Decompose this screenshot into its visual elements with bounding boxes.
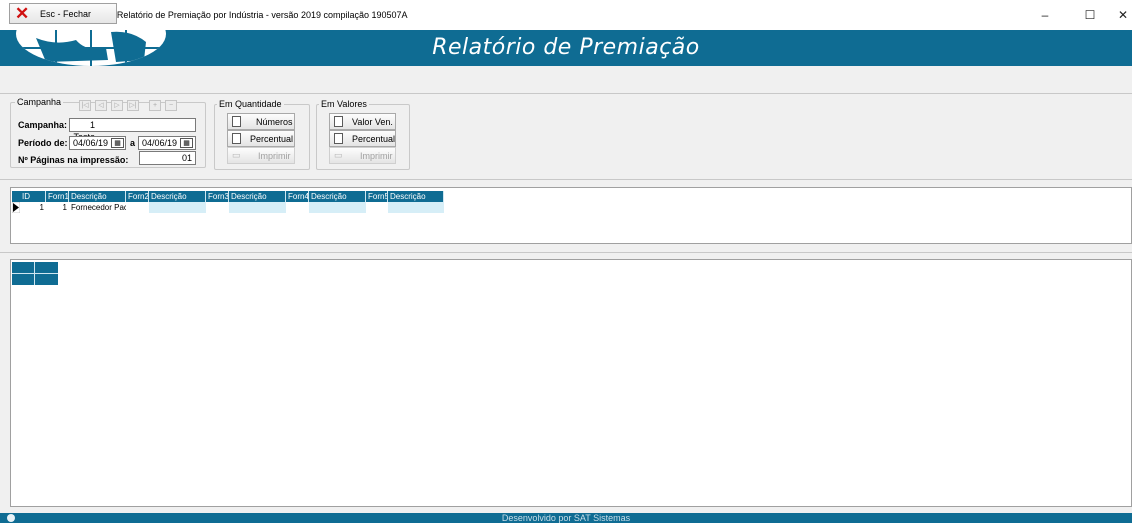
page-title: Relatório de Premiação xyxy=(432,35,700,60)
grid-header-forn3[interactable]: Forn3 xyxy=(206,191,229,202)
table-cell-descricao5[interactable] xyxy=(388,202,444,213)
date-separator: a xyxy=(130,138,136,148)
divider xyxy=(0,252,1132,253)
table-cell-forn3[interactable] xyxy=(206,202,229,213)
numeros-label: Números xyxy=(256,117,293,127)
valor-ven-label: Valor Ven. xyxy=(352,117,393,127)
close-report-button[interactable]: ✕ Esc - Fechar xyxy=(9,3,117,24)
table-cell-id[interactable]: 1 xyxy=(20,202,46,213)
header-banner: Relatório de Premiação xyxy=(0,30,1132,66)
valores-imprimir-label: Imprimir xyxy=(360,151,393,161)
calendar-icon[interactable]: ▦ xyxy=(111,138,124,148)
status-text: Desenvolvido por SAT Sistemas xyxy=(501,513,631,523)
grid-header-descricao4[interactable]: Descrição xyxy=(309,191,366,202)
close-icon: ✕ xyxy=(15,4,30,23)
quantidade-imprimir-button[interactable]: ▭ Imprimir xyxy=(227,147,295,164)
grid-header-forn2[interactable]: Forn2 xyxy=(126,191,149,202)
maximize-button[interactable]: ☐ xyxy=(1075,6,1105,24)
valores-percentual-button[interactable]: Percentual xyxy=(329,130,396,147)
valores-group-label: Em Valores xyxy=(319,99,369,109)
quantidade-imprimir-label: Imprimir xyxy=(258,151,291,161)
minimize-button[interactable]: – xyxy=(1030,6,1060,24)
nav-prev-button[interactable]: ◁ xyxy=(95,100,107,111)
quantidade-percentual-button[interactable]: Percentual xyxy=(227,130,295,147)
campanha-input[interactable]: 1 Teste xyxy=(69,118,196,142)
divider xyxy=(0,179,1132,180)
grid-indicator-header xyxy=(12,191,20,202)
status-bar: Desenvolvido por SAT Sistemas xyxy=(0,513,1132,523)
periodo-label: Período de: xyxy=(18,138,68,148)
table-cell-descricao1[interactable]: Fornecedor Pac xyxy=(69,202,126,213)
quantidade-percentual-label: Percentual xyxy=(250,134,294,144)
nav-add-button[interactable]: + xyxy=(149,100,161,111)
close-report-label: Esc - Fechar xyxy=(40,9,92,19)
table-cell-forn1[interactable]: 1 xyxy=(46,202,69,213)
nav-next-button[interactable]: ▷ xyxy=(111,100,123,111)
table-cell-forn4[interactable] xyxy=(286,202,309,213)
quantidade-group-label: Em Quantidade xyxy=(217,99,284,109)
table-cell-descricao4[interactable] xyxy=(309,202,366,213)
nav-last-button[interactable]: ▷| xyxy=(127,100,139,111)
document-icon xyxy=(334,116,343,127)
campanha-group-label: Campanha xyxy=(15,97,64,107)
grid-header-descricao3[interactable]: Descrição xyxy=(229,191,286,202)
campanha-label: Campanha: xyxy=(18,120,68,130)
valor-ven-button[interactable]: Valor Ven. xyxy=(329,113,396,130)
paginas-input[interactable]: 01 xyxy=(139,151,196,165)
grid-header-descricao5[interactable]: Descrição xyxy=(388,191,444,202)
paginas-label: Nº Páginas na impressão: xyxy=(18,155,129,165)
results-grid[interactable] xyxy=(12,262,58,285)
grid-header-forn1[interactable]: Forn1 xyxy=(46,191,69,202)
grid-header-descricao1[interactable]: Descrição xyxy=(69,191,126,202)
grid-header-descricao2[interactable]: Descrição xyxy=(149,191,206,202)
document-icon xyxy=(232,133,241,144)
numeros-button[interactable]: Números xyxy=(227,113,295,130)
toolbar xyxy=(0,66,1132,94)
row-pointer xyxy=(11,201,21,214)
grid-header-forn4[interactable]: Forn4 xyxy=(286,191,309,202)
table-cell-descricao2[interactable] xyxy=(149,202,206,213)
table-cell-forn2[interactable] xyxy=(126,202,149,213)
nav-first-button[interactable]: |◁ xyxy=(79,100,91,111)
document-icon xyxy=(232,116,241,127)
valores-percentual-label: Percentual xyxy=(352,134,396,144)
nav-remove-button[interactable]: − xyxy=(165,100,177,111)
grid-header-id[interactable]: ID xyxy=(20,191,46,202)
table-cell-descricao3[interactable] xyxy=(229,202,286,213)
printer-icon: ▭ xyxy=(232,150,241,160)
valores-imprimir-button[interactable]: ▭ Imprimir xyxy=(329,147,396,164)
calendar-icon[interactable]: ▦ xyxy=(180,138,193,148)
table-cell-forn5[interactable] xyxy=(366,202,388,213)
window-close-button[interactable]: ✕ xyxy=(1108,6,1132,24)
results-panel xyxy=(10,259,1132,507)
printer-icon: ▭ xyxy=(334,150,343,160)
grid-header-forn5[interactable]: Forn5 xyxy=(366,191,388,202)
document-icon xyxy=(334,133,343,144)
